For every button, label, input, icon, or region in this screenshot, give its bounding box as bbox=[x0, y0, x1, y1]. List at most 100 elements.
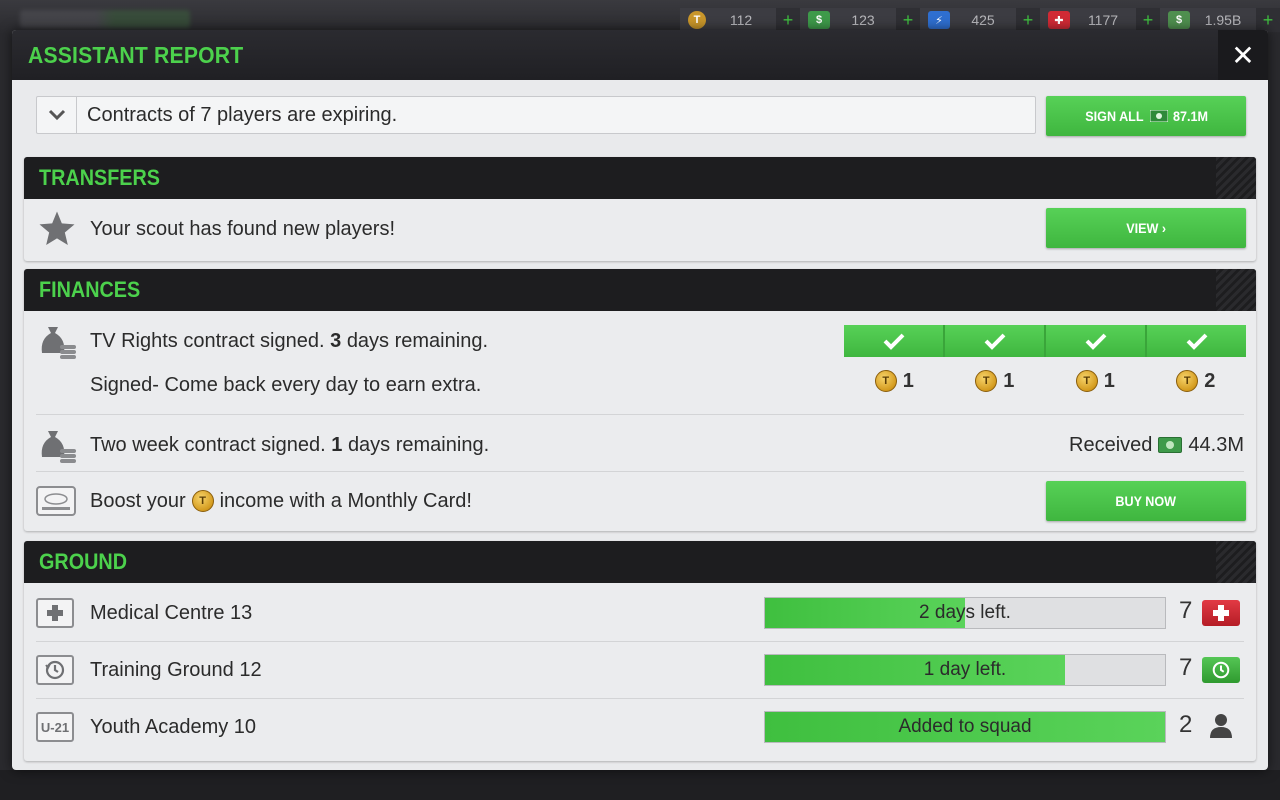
currency-medical: ✚ 1177 + bbox=[1040, 8, 1160, 32]
token-coin-icon: T bbox=[688, 11, 706, 29]
day-check bbox=[844, 325, 945, 357]
contracts-row: Contracts of 7 players are expiring. SIG… bbox=[24, 80, 1256, 136]
view-button[interactable]: VIEW › bbox=[1046, 208, 1246, 248]
reward-item: T1 bbox=[1045, 367, 1146, 395]
medical-cross-icon bbox=[1202, 600, 1240, 626]
contracts-text: Contracts of 7 players are expiring. bbox=[87, 103, 398, 126]
reward-item: T1 bbox=[945, 367, 1046, 395]
currency-money: $ 1.95B + bbox=[1160, 8, 1280, 32]
reward-amount: 2 bbox=[1204, 369, 1216, 392]
add-money-button[interactable]: + bbox=[1256, 8, 1280, 32]
progress-text: 1 day left. bbox=[923, 659, 1007, 680]
daily-rewards: T1 T1 T1 T2 bbox=[844, 367, 1246, 395]
reward-amount: 1 bbox=[902, 369, 914, 392]
reward-amount: 1 bbox=[1103, 369, 1115, 392]
add-cash-button[interactable]: + bbox=[896, 8, 920, 32]
tv-rights-days: 3 bbox=[330, 329, 342, 352]
modal-header: ASSISTANT REPORT ✕ bbox=[12, 30, 1268, 80]
cash-bill-icon bbox=[1149, 110, 1168, 122]
buy-now-button[interactable]: BUY NOW bbox=[1046, 481, 1246, 521]
progress-text: 2 days left. bbox=[919, 602, 1011, 623]
buy-now-label: BUY NOW bbox=[1115, 493, 1177, 509]
medical-progress: 2 days left. bbox=[764, 597, 1166, 629]
medical-cross-icon bbox=[36, 598, 80, 628]
close-button[interactable]: ✕ bbox=[1218, 30, 1268, 80]
divider bbox=[36, 641, 1244, 642]
tv-rights-text: TV Rights contract signed. 3 days remain… bbox=[90, 330, 488, 353]
money-bundle-icon: $ bbox=[1168, 11, 1190, 29]
energy-bolt-icon: ⚡ bbox=[928, 11, 950, 29]
currency-energy: ⚡ 425 + bbox=[920, 8, 1040, 32]
finances-section: FINANCES TV Rights contract signed. 3 da… bbox=[24, 269, 1256, 531]
monthly-text-before: Boost your bbox=[90, 489, 186, 512]
add-energy-button[interactable]: + bbox=[1016, 8, 1040, 32]
cash-bill-icon bbox=[1158, 437, 1183, 453]
divider bbox=[36, 698, 1244, 699]
modal-body: Contracts of 7 players are expiring. SIG… bbox=[24, 80, 1256, 770]
sign-all-button[interactable]: SIGN ALL 87.1M bbox=[1046, 96, 1246, 136]
transfers-section: TRANSFERS Your scout has found new playe… bbox=[24, 157, 1256, 261]
reward-item: T2 bbox=[1146, 367, 1247, 395]
currency-value: 123 bbox=[851, 12, 875, 28]
star-icon bbox=[36, 209, 80, 249]
ground-item-name: Training Ground 12 bbox=[90, 658, 262, 681]
two-week-row: Two week contract signed. 1 days remaini… bbox=[36, 419, 1244, 471]
day-check bbox=[1147, 325, 1246, 357]
cash-bill-icon: $ bbox=[808, 11, 830, 29]
reward-item: T1 bbox=[844, 367, 945, 395]
check-icon bbox=[883, 333, 904, 350]
money-bag-icon bbox=[36, 321, 80, 361]
ground-item-name: Medical Centre 13 bbox=[90, 601, 253, 624]
day-check bbox=[945, 325, 1046, 357]
check-icon bbox=[1085, 333, 1106, 350]
token-coin-icon: T bbox=[1176, 370, 1199, 392]
monthly-card-text: Boost your T income with a Monthly Card! bbox=[90, 490, 472, 513]
medical-cross-icon: ✚ bbox=[1048, 11, 1070, 29]
u21-label: U-21 bbox=[36, 712, 74, 742]
add-tokens-button[interactable]: + bbox=[776, 8, 800, 32]
transfers-text: Your scout has found new players! bbox=[90, 217, 396, 240]
currency-value: 112 bbox=[729, 12, 753, 28]
club-name-blurred bbox=[20, 10, 190, 28]
daily-checks bbox=[844, 325, 1246, 357]
two-week-text-before: Two week contract signed. bbox=[90, 433, 326, 456]
contracts-dropdown[interactable]: Contracts of 7 players are expiring. bbox=[36, 96, 1036, 134]
received-label: Received bbox=[1069, 433, 1153, 456]
monthly-card-icon bbox=[36, 486, 80, 516]
two-week-days: 1 bbox=[331, 433, 343, 456]
tv-rights-block: TV Rights contract signed. 3 days remain… bbox=[24, 311, 1256, 415]
tv-rights-text-before: TV Rights contract signed. bbox=[90, 329, 325, 352]
training-progress: 1 day left. bbox=[764, 654, 1166, 686]
close-icon: ✕ bbox=[1231, 39, 1255, 71]
reward-amount: 1 bbox=[1003, 369, 1015, 392]
currency-value: 1.95B bbox=[1204, 12, 1242, 28]
section-header: TRANSFERS bbox=[24, 157, 1256, 199]
token-coin-icon: T bbox=[975, 370, 998, 392]
token-coin-icon: T bbox=[874, 370, 897, 392]
ground-item-count: 7 bbox=[1179, 654, 1193, 681]
training-clock-icon bbox=[36, 655, 80, 685]
two-week-text: Two week contract signed. 1 days remaini… bbox=[90, 434, 489, 457]
progress-text: Added to squad bbox=[898, 716, 1032, 737]
day-check bbox=[1046, 325, 1147, 357]
section-title: TRANSFERS bbox=[39, 165, 161, 190]
ground-item-name: Youth Academy 10 bbox=[90, 715, 257, 738]
divider bbox=[36, 414, 1244, 415]
token-coin-icon: T bbox=[191, 490, 214, 512]
monthly-text-after: income with a Monthly Card! bbox=[219, 489, 472, 512]
chevron-down-icon[interactable] bbox=[37, 97, 77, 133]
sign-all-amount: 87.1M bbox=[1172, 108, 1208, 124]
received-value: 44.3M bbox=[1188, 433, 1244, 456]
currency-bar: T 112 + $ 123 + ⚡ 425 + ✚ 1177 + $ 1.95B… bbox=[680, 8, 1280, 32]
training-clock-icon bbox=[1202, 657, 1240, 683]
two-week-text-after: days remaining. bbox=[347, 433, 490, 456]
sign-all-label: SIGN ALL bbox=[1085, 108, 1144, 124]
currency-value: 425 bbox=[971, 12, 995, 28]
ground-item-count: 7 bbox=[1179, 597, 1193, 624]
add-medical-button[interactable]: + bbox=[1136, 8, 1160, 32]
view-label: VIEW › bbox=[1126, 220, 1166, 236]
check-icon bbox=[1186, 333, 1207, 350]
ground-item-count: 2 bbox=[1179, 711, 1193, 738]
u21-icon: U-21 bbox=[36, 712, 80, 742]
section-title: FINANCES bbox=[39, 277, 141, 302]
